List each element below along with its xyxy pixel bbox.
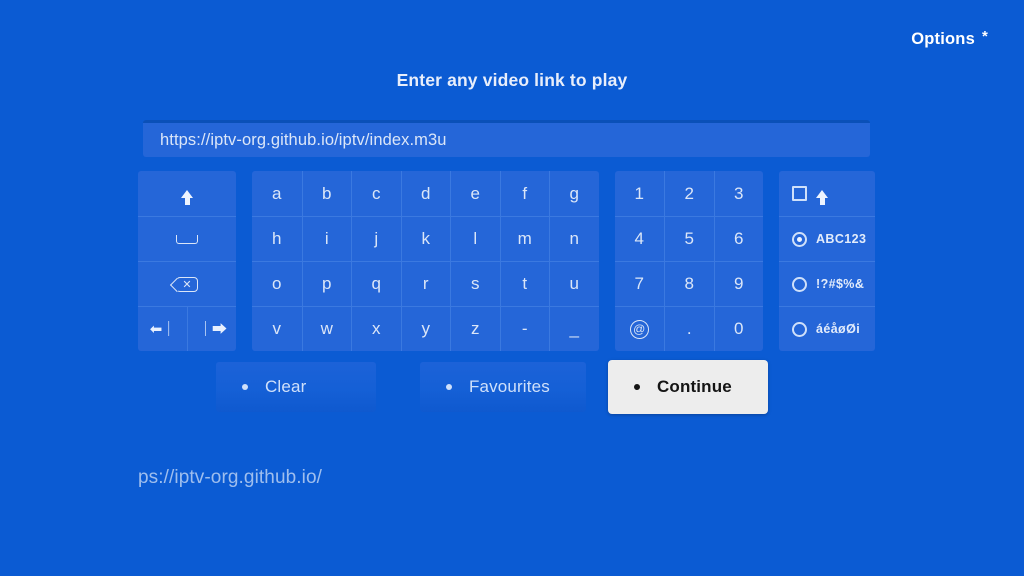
keyboard-row: a b c d e f g xyxy=(252,171,599,216)
key-9[interactable]: 9 xyxy=(713,261,763,306)
key-i[interactable]: i xyxy=(301,216,351,261)
key-e[interactable]: e xyxy=(450,171,500,216)
key-8[interactable]: 8 xyxy=(664,261,714,306)
key-x[interactable]: x xyxy=(351,306,401,351)
key-t[interactable]: t xyxy=(499,261,549,306)
key-v[interactable]: v xyxy=(252,306,302,351)
key-u[interactable]: u xyxy=(549,261,599,306)
keyboard-row: o p q r s t u xyxy=(252,261,599,306)
options-label: Options xyxy=(911,30,975,48)
mode-accented[interactable]: áéåøØi xyxy=(779,306,875,351)
key-6[interactable]: 6 xyxy=(713,216,763,261)
favourites-button-label: Favourites xyxy=(469,377,550,396)
shift-key[interactable] xyxy=(138,171,236,216)
key-d[interactable]: d xyxy=(400,171,451,216)
key-f[interactable]: f xyxy=(499,171,550,216)
cursor-left-key[interactable]: ⬅｜ xyxy=(138,306,187,351)
key-z[interactable]: z xyxy=(450,306,500,351)
key-j[interactable]: j xyxy=(351,216,401,261)
url-suggestion[interactable]: ps://iptv-org.github.io/ xyxy=(138,467,360,489)
keyboard-row: ⬅｜ ｜➡ xyxy=(138,306,236,351)
continue-bullet-icon xyxy=(634,384,640,390)
key-1[interactable]: 1 xyxy=(615,171,665,216)
keyboard-row: 1 2 3 xyxy=(615,171,764,216)
keyboard-row xyxy=(138,171,236,216)
mode-caps-lock[interactable] xyxy=(779,171,875,216)
key-r[interactable]: r xyxy=(400,261,450,306)
key-underscore[interactable]: _ xyxy=(549,306,599,351)
at-sign-icon: @ xyxy=(629,319,649,339)
clear-button[interactable]: Clear xyxy=(216,362,376,412)
favourites-button[interactable]: Favourites xyxy=(420,362,586,412)
keyboard-mode-panel: ABC123 !?#$%& áéåøØi xyxy=(779,171,875,351)
key-a[interactable]: a xyxy=(252,171,302,216)
backspace-key[interactable]: ✕ xyxy=(138,261,236,306)
key-period[interactable]: . xyxy=(664,306,714,351)
key-c[interactable]: c xyxy=(351,171,401,216)
shift-arrow-icon xyxy=(816,171,828,216)
url-input-value: https://iptv-org.github.io/iptv/index.m3… xyxy=(160,130,447,149)
backspace-icon: ✕ xyxy=(176,276,198,292)
keyboard-row: 4 5 6 xyxy=(614,216,763,261)
url-input[interactable]: https://iptv-org.github.io/iptv/index.m3… xyxy=(143,120,870,157)
letter-key-panel: a b c d e f g h i j k l m n o p q r s t … xyxy=(252,171,599,351)
key-h[interactable]: h xyxy=(252,216,302,261)
continue-button[interactable]: Continue xyxy=(608,360,768,414)
caps-lock-checkbox[interactable] xyxy=(792,186,807,201)
action-button-bar: Clear Favourites Continue xyxy=(216,360,768,414)
key-l[interactable]: l xyxy=(450,216,500,261)
shift-icon xyxy=(181,171,193,216)
options-marker-icon: * xyxy=(981,28,988,45)
key-k[interactable]: k xyxy=(400,216,450,261)
key-4[interactable]: 4 xyxy=(614,216,664,261)
key-7[interactable]: 7 xyxy=(614,261,664,306)
keyboard-row: ✕ xyxy=(138,261,236,306)
key-q[interactable]: q xyxy=(351,261,401,306)
key-m[interactable]: m xyxy=(499,216,549,261)
key-2[interactable]: 2 xyxy=(664,171,714,216)
key-w[interactable]: w xyxy=(301,306,351,351)
key-s[interactable]: s xyxy=(450,261,500,306)
modifier-key-panel: ✕ ⬅｜ ｜➡ xyxy=(138,171,236,351)
clear-bullet-icon xyxy=(242,384,248,390)
keyboard-row: h i j k l m n xyxy=(252,216,599,261)
mode-accented-radio[interactable] xyxy=(792,321,807,337)
mode-accented-label: áéåøØi xyxy=(816,322,861,336)
key-p[interactable]: p xyxy=(301,261,351,306)
number-key-panel: 1 2 3 4 5 6 7 8 9 @ . 0 xyxy=(614,171,764,351)
continue-button-label: Continue xyxy=(657,377,732,396)
key-y[interactable]: y xyxy=(400,306,450,351)
mode-abc123[interactable]: ABC123 xyxy=(779,216,875,261)
on-screen-keyboard: ✕ ⬅｜ ｜➡ a b c d e f g h i j k l m n o p … xyxy=(138,171,875,351)
options-button[interactable]: Options * xyxy=(911,28,988,49)
keyboard-row: v w x y z - _ xyxy=(252,306,599,351)
favourites-bullet-icon xyxy=(446,384,452,390)
keyboard-row xyxy=(138,216,236,261)
keyboard-row: 7 8 9 xyxy=(614,261,763,306)
key-n[interactable]: n xyxy=(549,216,599,261)
keyboard-row: @ . 0 xyxy=(614,306,763,351)
cursor-left-icon: ⬅｜ xyxy=(149,320,177,338)
mode-symbols-radio[interactable] xyxy=(792,276,807,292)
mode-abc123-label: ABC123 xyxy=(816,232,867,246)
key-0[interactable]: 0 xyxy=(713,306,763,351)
page-title: Enter any video link to play xyxy=(396,70,628,90)
key-at[interactable]: @ xyxy=(614,306,664,351)
key-g[interactable]: g xyxy=(549,171,599,216)
space-icon xyxy=(176,234,198,244)
key-5[interactable]: 5 xyxy=(664,216,714,261)
key-o[interactable]: o xyxy=(252,261,302,306)
mode-symbols[interactable]: !?#$%& xyxy=(779,261,875,306)
key-b[interactable]: b xyxy=(301,171,352,216)
mode-symbols-label: !?#$%& xyxy=(816,277,865,291)
mode-abc123-radio[interactable] xyxy=(792,231,807,247)
cursor-right-icon: ｜➡ xyxy=(197,320,227,338)
cursor-right-key[interactable]: ｜➡ xyxy=(187,306,236,351)
key-hyphen[interactable]: - xyxy=(499,306,549,351)
clear-button-label: Clear xyxy=(265,377,307,396)
key-3[interactable]: 3 xyxy=(713,171,764,216)
space-key[interactable] xyxy=(138,216,236,261)
